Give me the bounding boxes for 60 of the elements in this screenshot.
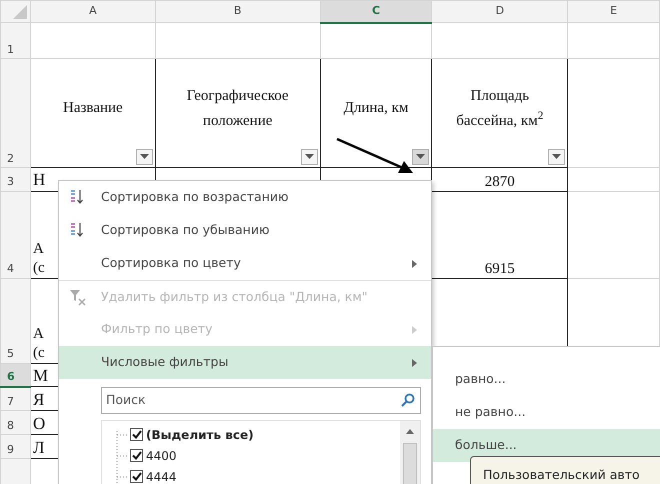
cell-text: Л bbox=[32, 438, 44, 458]
column-header[interactable]: E bbox=[568, 0, 660, 22]
column-header[interactable]: A bbox=[30, 0, 156, 22]
row-header[interactable]: 8 bbox=[0, 410, 30, 434]
cell-text: Площадь бассейна, км$^{2}$ bbox=[456, 86, 544, 131]
dropdown-arrow-icon bbox=[552, 154, 562, 160]
filter-dropdown-button[interactable] bbox=[412, 149, 430, 165]
cell-text: Географическое положение bbox=[186, 86, 289, 131]
checkbox[interactable] bbox=[130, 428, 143, 441]
menu-item[interactable]: Числовые фильтры bbox=[59, 346, 431, 379]
submenu-arrow-icon bbox=[412, 358, 417, 366]
corner-cell[interactable] bbox=[0, 0, 30, 22]
menu-item[interactable]: Сортировка по убыванию bbox=[59, 214, 431, 247]
menu-item[interactable]: Сортировка по цвету bbox=[59, 247, 431, 280]
menu-item[interactable]: не равно... bbox=[433, 396, 660, 429]
row-header[interactable]: 6 bbox=[0, 363, 30, 386]
cell-text: Длина, км bbox=[344, 99, 408, 118]
dropdown-arrow-icon bbox=[304, 154, 314, 160]
row-header[interactable]: 1 bbox=[0, 22, 30, 58]
dropdown-arrow-icon bbox=[416, 154, 426, 160]
checkbox[interactable] bbox=[130, 470, 143, 483]
column-header[interactable]: B bbox=[155, 0, 320, 22]
menu-item[interactable]: Сортировка по возрастанию bbox=[59, 181, 431, 214]
tree-lines bbox=[114, 431, 128, 484]
filter-dropdown-button[interactable] bbox=[548, 149, 566, 165]
tooltip: Пользовательский авто bbox=[470, 456, 660, 484]
sort-descending-icon bbox=[69, 222, 85, 238]
cell-text: М bbox=[32, 366, 48, 386]
scroll-up-icon[interactable] bbox=[406, 429, 414, 434]
row-header[interactable]: 3 bbox=[0, 168, 30, 191]
checkbox-label: (Выделить все) bbox=[146, 426, 254, 444]
column-header[interactable]: D bbox=[432, 0, 568, 22]
cell-text: 2870 bbox=[484, 172, 515, 190]
cell-text: Н bbox=[32, 170, 46, 190]
cell-text: 6915 bbox=[484, 260, 515, 278]
row-header[interactable]: 5 bbox=[0, 278, 30, 363]
checkbox-label: 4444 bbox=[146, 468, 177, 484]
dropdown-arrow-icon bbox=[140, 154, 149, 160]
filter-dropdown-button[interactable] bbox=[136, 149, 153, 165]
cell-text: А (с bbox=[32, 240, 45, 278]
cell-text: Название bbox=[63, 99, 123, 118]
row-header[interactable]: 9 bbox=[0, 434, 30, 458]
sort-ascending-icon bbox=[69, 189, 85, 205]
row-header[interactable]: 7 bbox=[0, 386, 30, 410]
cell-text: Я bbox=[32, 390, 44, 410]
search-icon bbox=[401, 393, 415, 407]
submenu-arrow-icon bbox=[412, 260, 417, 268]
checkbox[interactable] bbox=[130, 449, 143, 462]
column-header[interactable]: C bbox=[320, 0, 432, 22]
menu-item[interactable]: равно... bbox=[433, 363, 660, 396]
filter-dropdown-button[interactable] bbox=[300, 149, 318, 165]
cell-text: А (с bbox=[32, 325, 45, 362]
scrollbar[interactable] bbox=[400, 421, 420, 484]
submenu-arrow-icon bbox=[412, 326, 417, 334]
clear-filter-icon bbox=[69, 289, 87, 306]
row-header[interactable]: 2 bbox=[0, 58, 30, 168]
row-header[interactable]: 4 bbox=[0, 191, 30, 278]
cell-text: О bbox=[32, 414, 46, 434]
search-field[interactable]: Поиск bbox=[101, 387, 421, 414]
checkbox-label: 4400 bbox=[146, 448, 177, 464]
